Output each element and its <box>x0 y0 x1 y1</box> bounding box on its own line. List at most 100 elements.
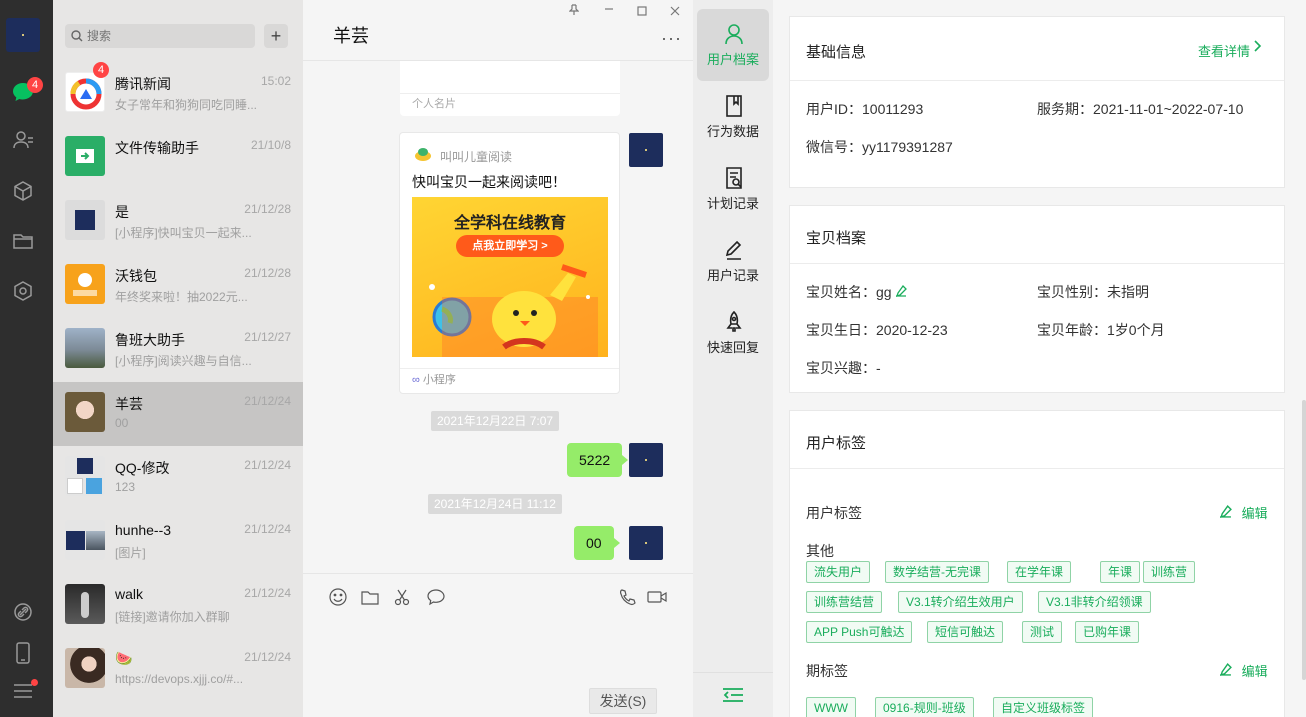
card-title: 宝贝档案 <box>806 230 867 247</box>
phone-icon[interactable] <box>11 641 35 665</box>
tab-behavior-data[interactable]: 行为数据 <box>697 81 769 153</box>
edit-label: 编辑 <box>1241 506 1268 521</box>
tag[interactable]: APP Push可触达 <box>806 621 913 643</box>
contact-card-message[interactable]: 个人名片 <box>400 61 620 116</box>
close-icon[interactable] <box>670 4 680 19</box>
conversation-item[interactable]: 鲁班大助手 21/12/27 [小程序]阅读兴趣与自信... <box>53 318 303 382</box>
collapse-panel-button[interactable] <box>693 672 773 717</box>
tag[interactable]: 训练营 <box>1143 561 1196 583</box>
conversation-item-active[interactable]: 羊芸 21/12/24 00 <box>53 382 303 446</box>
pin-icon[interactable] <box>568 4 580 19</box>
card-label: 个人名片 <box>412 98 456 110</box>
box-icon[interactable] <box>11 179 35 203</box>
my-avatar[interactable] <box>629 443 663 477</box>
tag[interactable]: 数学结营-无完课 <box>885 561 989 583</box>
tag[interactable]: 已购年课 <box>1075 621 1140 643</box>
conversation-item[interactable]: 🍉 21/12/24 https://devops.xjjj.co/#... <box>53 638 303 702</box>
card-title: 用户标签 <box>806 435 867 452</box>
emoji-icon[interactable] <box>329 588 347 606</box>
tab-user-profile[interactable]: 用户档案 <box>697 9 769 81</box>
voice-call-icon[interactable] <box>619 588 637 606</box>
tag[interactable]: 年课 <box>1100 561 1141 583</box>
tag[interactable]: 训练营结营 <box>806 591 883 613</box>
mini-program-link-icon: ∞ <box>412 374 420 386</box>
tag-group-other: 其他 <box>806 543 834 559</box>
message-bubble[interactable]: 5222 <box>567 443 629 477</box>
conversation-name: 腾讯新闻 <box>115 76 171 92</box>
edit-label: 编辑 <box>1241 664 1268 679</box>
contacts-icon[interactable] <box>11 128 35 152</box>
scrollbar[interactable] <box>1302 400 1306 680</box>
tab-label: 行为数据 <box>706 124 759 139</box>
tag[interactable]: 0916-规则-班级 <box>875 697 974 717</box>
edit-pencil-icon[interactable] <box>895 284 908 298</box>
my-avatar[interactable] <box>6 18 40 52</box>
chat-bubble-icon[interactable] <box>427 588 445 606</box>
folder-icon[interactable] <box>11 229 35 253</box>
unread-badge: 4 <box>93 62 109 78</box>
baby-age: 宝贝年龄：1岁0个月 <box>1037 322 1165 338</box>
chat-title: 羊芸 <box>333 26 369 46</box>
chevron-right-icon[interactable] <box>1254 39 1262 55</box>
maximize-icon[interactable] <box>637 4 647 19</box>
group-avatar <box>65 520 105 560</box>
chick-illustration <box>429 264 598 357</box>
wechat-window: 4 + <box>0 0 1306 717</box>
bookmark-icon <box>726 95 742 117</box>
tencent-news-avatar <box>65 72 105 112</box>
edit-icon <box>1220 662 1232 677</box>
conversation-item[interactable]: 4 腾讯新闻 15:02 女子常年和狗狗同吃同睡... <box>53 62 303 126</box>
tag[interactable]: 自定义班级标签 <box>993 697 1094 717</box>
add-button[interactable]: + <box>264 24 288 48</box>
edit-period-tags-button[interactable]: 编辑 <box>1219 661 1268 680</box>
view-details-link[interactable]: 查看详情 <box>1198 41 1250 60</box>
card-header: 基础信息 查看详情 <box>790 17 1284 81</box>
tab-plan-records[interactable]: 计划记录 <box>697 153 769 225</box>
conversation-item[interactable]: 沃钱包 21/12/28 年终奖来啦！抽2022元... <box>53 254 303 318</box>
conversation-item[interactable]: 文件传输助手 21/10/8 <box>53 126 303 190</box>
collapse-icon <box>723 688 743 702</box>
video-call-icon[interactable] <box>647 588 667 606</box>
conversation-time: 21/12/28 <box>244 266 291 280</box>
conversation-item[interactable]: walk 21/12/24 [链接]邀请你加入群聊 <box>53 574 303 638</box>
conversation-item[interactable]: 是 21/12/28 [小程序]快叫宝贝一起来... <box>53 190 303 254</box>
message-bubble[interactable]: 00 <box>574 526 620 560</box>
scissors-icon[interactable] <box>394 588 412 606</box>
mini-program-card[interactable]: 叫叫儿童阅读 快叫宝贝一起来阅读吧！ 全学科在线教育 点我立即学习 > ∞ 小程… <box>399 132 620 394</box>
tag[interactable]: WWW <box>806 697 856 717</box>
search-input[interactable] <box>87 29 237 43</box>
edit-icon <box>1220 504 1232 519</box>
conversation-item[interactable]: hunhe--3 21/12/24 [图片] <box>53 510 303 574</box>
wechat-id: 微信号：yy1179391287 <box>806 139 953 155</box>
tab-user-records[interactable]: 用户记录 <box>697 225 769 297</box>
conversation-name: 沃钱包 <box>115 268 157 284</box>
unread-badge: 4 <box>27 77 43 93</box>
tag[interactable]: 测试 <box>1022 621 1063 643</box>
link-icon[interactable] <box>11 600 35 624</box>
tag[interactable]: V3.1转介绍生效用户 <box>898 591 1023 613</box>
tab-quick-reply[interactable]: 快速回复 <box>697 297 769 369</box>
mini-program-banner: 全学科在线教育 点我立即学习 > <box>412 197 608 357</box>
my-avatar[interactable] <box>629 526 663 560</box>
conversation-name: 是 <box>115 204 129 220</box>
edit-user-tags-button[interactable]: 编辑 <box>1219 503 1268 522</box>
tag[interactable]: 短信可触达 <box>927 621 1004 643</box>
conversation-time: 21/10/8 <box>250 138 291 152</box>
photo-avatar <box>65 328 105 368</box>
mini-program-source: 叫叫儿童阅读 <box>440 150 513 164</box>
tag[interactable]: 在学年课 <box>1007 561 1072 583</box>
search-box[interactable] <box>65 24 255 48</box>
send-button[interactable]: 发送(S) <box>589 688 657 714</box>
group-avatar <box>65 456 105 496</box>
tag[interactable]: V3.1非转介绍领课 <box>1038 591 1151 613</box>
folder-icon[interactable] <box>361 588 379 606</box>
chat-area: 羊芸 ··· 个人名片 叫叫儿童阅读 快叫宝贝一起来阅读吧！ 全学科在线教育 点… <box>303 0 693 717</box>
baby-birthday: 宝贝生日：2020-12-23 <box>806 322 948 338</box>
minimize-icon[interactable] <box>604 2 614 17</box>
conversation-name: 鲁班大助手 <box>115 332 185 348</box>
my-avatar[interactable] <box>629 133 663 167</box>
conversation-item[interactable]: QQ-修改 21/12/24 123 <box>53 446 303 510</box>
miniprogram-icon[interactable] <box>11 279 35 303</box>
tag[interactable]: 流失用户 <box>806 561 871 583</box>
more-options-icon[interactable]: ··· <box>661 28 682 49</box>
